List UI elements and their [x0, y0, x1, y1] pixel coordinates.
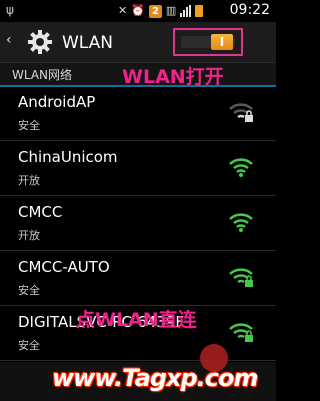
wifi-icon — [229, 213, 253, 232]
wifi-locked-icon — [229, 103, 253, 122]
network-status: 安全 — [18, 119, 40, 132]
notification-badge: 2 — [148, 4, 162, 18]
signal-icon — [180, 5, 192, 17]
network-status: 安全 — [18, 284, 40, 297]
network-name: ChinaUnicom — [18, 148, 118, 166]
mute-icon: ✕ — [118, 4, 128, 17]
network-name: CMCC-AUTO — [18, 258, 110, 276]
network-item[interactable]: CMCC-AUTO 安全 — [0, 251, 276, 306]
network-status: 安全 — [18, 339, 40, 352]
wlan-toggle[interactable]: I — [181, 34, 235, 50]
usb-icon: ψ — [6, 3, 14, 17]
network-item[interactable]: CMCC 开放 — [0, 196, 276, 251]
section-label: WLAN网络 — [12, 68, 73, 82]
annotation-tap-wlan: 点WLAN直连 — [76, 309, 197, 331]
clock: 09:22 — [229, 2, 270, 18]
status-icons: ✕ ⏰ 2 ▥ — [118, 3, 204, 19]
battery-icon — [195, 5, 204, 17]
status-bar: ψ ✕ ⏰ 2 ▥ 09:22 — [0, 0, 276, 22]
network-status: 开放 — [18, 229, 40, 242]
back-icon[interactable]: ‹ — [6, 32, 12, 48]
page-title: WLAN — [62, 33, 114, 53]
network-name: CMCC — [18, 203, 63, 221]
alarm-icon: ⏰ — [131, 4, 145, 17]
network-status: 开放 — [18, 174, 40, 187]
wifi-locked-icon — [229, 323, 253, 342]
wifi-icon — [229, 158, 253, 177]
network-item[interactable]: ChinaUnicom 开放 — [0, 141, 276, 196]
wlan-toggle-highlight: I — [173, 28, 243, 56]
wifi-locked-icon — [229, 268, 253, 287]
watermark-text: www.Tagxp.com — [52, 364, 258, 392]
toggle-thumb[interactable]: I — [211, 34, 233, 50]
network-item[interactable]: AndroidAP 安全 — [0, 86, 276, 141]
network-name: AndroidAP — [18, 93, 96, 111]
annotation-wlan-open: WLAN打开 — [122, 66, 224, 88]
sim-icon: ▥ — [165, 4, 177, 17]
gear-icon[interactable] — [26, 28, 54, 56]
